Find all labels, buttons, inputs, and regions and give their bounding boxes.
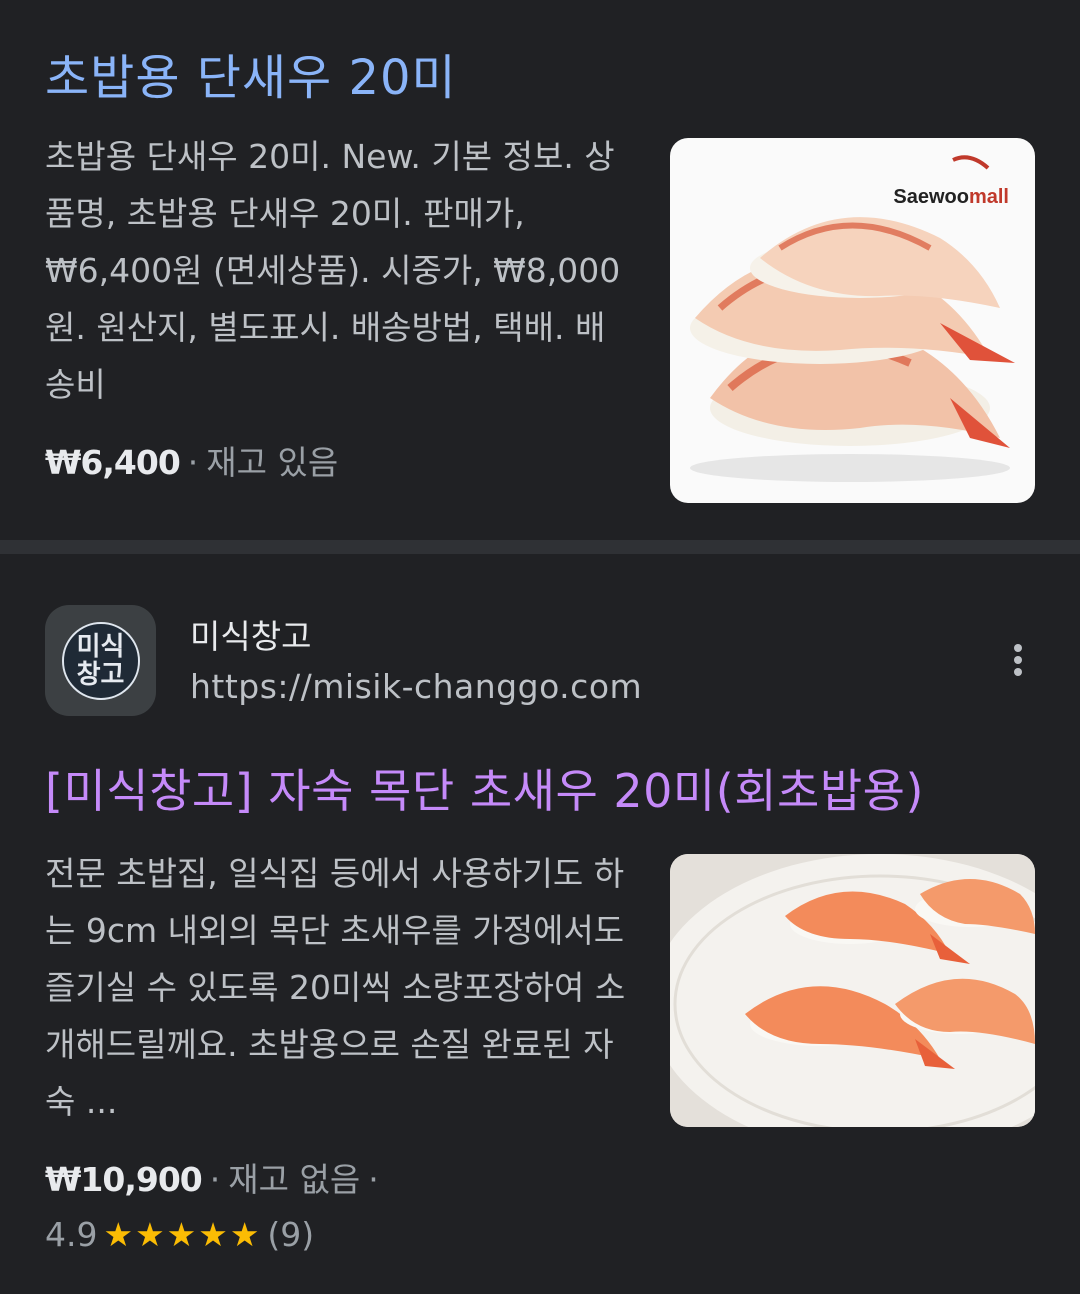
site-favicon[interactable]: 미식 창고 (45, 605, 156, 716)
shrimp-sushi-plate-image (670, 854, 1035, 1127)
star-rating-icon: ★★★★★ (103, 1215, 262, 1254)
site-name[interactable]: 미식창고 (190, 610, 311, 658)
price: ₩10,900 (45, 1160, 203, 1199)
review-count: (9) (267, 1215, 315, 1254)
stock-status: 재고 없음 (228, 1160, 361, 1199)
more-vert-icon[interactable] (998, 640, 1038, 680)
result-card-2: 미식 창고 미식창고 https://misik-changgo.com [미식… (0, 0, 1080, 1254)
rating-line: 4.9 ★★★★★ (9) (45, 1212, 314, 1258)
result-snippet: 전문 초밥집, 일식집 등에서 사용하기도 하는 9cm 내외의 목단 초새우를… (45, 854, 626, 1121)
price-line: ₩10,900 · 재고 없음 · (45, 1160, 379, 1199)
product-thumbnail[interactable] (670, 854, 1035, 1127)
site-logo-icon: 미식 창고 (61, 621, 140, 700)
site-url[interactable]: https://misik-changgo.com (190, 667, 642, 706)
rating-value: 4.9 (45, 1215, 98, 1254)
result-title-link[interactable]: [미식창고] 자숙 목단 초새우 20미(회초밥용) (45, 755, 924, 821)
